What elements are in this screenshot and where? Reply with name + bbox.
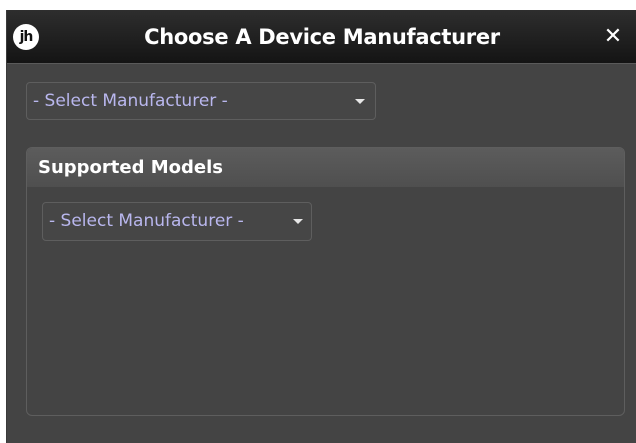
dialog-title: Choose A Device Manufacturer	[144, 25, 500, 49]
manufacturer-select-value: - Select Manufacturer -	[33, 91, 228, 111]
supported-models-select[interactable]: - Select Manufacturer -	[42, 202, 312, 241]
supported-models-select-value: - Select Manufacturer -	[49, 211, 244, 231]
close-button[interactable]: ✕	[599, 22, 627, 52]
chevron-down-icon	[355, 99, 365, 104]
chevron-down-icon	[293, 219, 303, 224]
supported-models-header: Supported Models	[27, 148, 624, 187]
dialog-titlebar: jh Choose A Device Manufacturer ✕	[7, 10, 636, 64]
close-icon: ✕	[603, 24, 623, 49]
supported-models-panel: Supported Models - Select Manufacturer -	[26, 147, 625, 416]
manufacturer-select[interactable]: - Select Manufacturer -	[26, 82, 376, 120]
device-manufacturer-dialog: jh Choose A Device Manufacturer ✕ - Sele…	[6, 10, 636, 443]
